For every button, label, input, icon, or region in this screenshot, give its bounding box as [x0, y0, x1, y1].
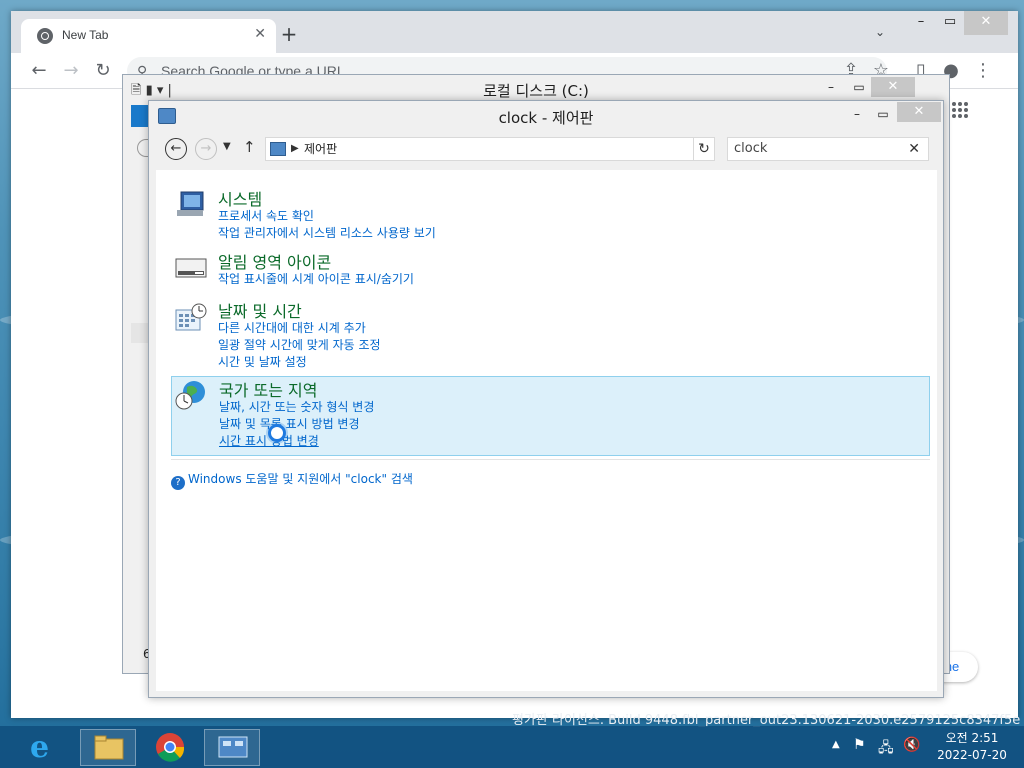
globe-clock-icon [175, 381, 205, 410]
control-panel-titlebar: clock - 제어판 – ▭ ✕ [149, 101, 943, 131]
explorer-titlebar: 🗎 ▮ ▾ | 로컬 디스크 (C:) – ▭ ✕ [123, 75, 949, 103]
forward-arrow-icon[interactable]: → [195, 138, 217, 160]
maximize-button[interactable]: ▭ [869, 104, 897, 124]
network-icon[interactable]: 🖧 [878, 737, 894, 761]
result-group-notification-icons: 알림 영역 아이콘 작업 표시줄에 시계 아이콘 표시/숨기기 [171, 249, 930, 291]
internet-explorer-icon[interactable]: e [30, 730, 49, 765]
breadcrumb-chevron-icon[interactable]: ▶ [291, 138, 299, 160]
navigation-bar: ← → ▼ ↑ ▶ 제어판 ⌄ ↻ clock ✕ [155, 137, 939, 163]
result-group-region[interactable]: 국가 또는 지역 날짜, 시간 또는 숫자 형식 변경 날짜 및 목록 표시 방… [171, 376, 930, 456]
breadcrumb-control-panel[interactable]: 제어판 [304, 138, 337, 160]
clock-date: 2022-07-20 [937, 748, 1007, 762]
result-group-system: 시스템 프로세서 속도 확인 작업 관리자에서 시스템 리소스 사용량 보기 [171, 186, 930, 244]
result-link[interactable]: 작업 관리자에서 시스템 리소스 사용량 보기 [218, 224, 436, 241]
file-explorer-taskbar-button[interactable] [80, 729, 136, 766]
window-title: clock - 제어판 [498, 109, 594, 127]
help-question-icon: ? [171, 476, 185, 490]
result-link[interactable]: 시간 및 날짜 설정 [218, 353, 307, 370]
back-arrow-icon[interactable]: ← [27, 59, 51, 83]
forward-arrow-icon[interactable]: → [59, 59, 83, 83]
chrome-maximize-button[interactable]: ▭ [933, 11, 967, 35]
result-link[interactable]: 다른 시간대에 대한 시계 추가 [218, 319, 366, 336]
google-apps-icon[interactable] [950, 100, 970, 120]
result-link[interactable]: 날짜, 시간 또는 숫자 형식 변경 [219, 398, 374, 415]
explorer-maximize-button[interactable]: ▭ [845, 77, 873, 97]
control-panel-taskbar-button[interactable] [204, 729, 260, 766]
folder-icon [94, 735, 124, 760]
volume-muted-icon[interactable]: 🔇 [903, 737, 920, 753]
clock-time: 오전 2:51 [945, 731, 999, 745]
close-button[interactable]: ✕ [897, 102, 941, 122]
chrome-taskbar-button[interactable] [142, 729, 198, 766]
tab-search-chevron-icon[interactable]: ⌄ [875, 25, 885, 39]
reload-icon[interactable]: ↻ [91, 59, 115, 83]
recent-locations-dropdown-icon[interactable]: ▼ [223, 141, 231, 152]
search-value: clock [734, 141, 768, 156]
chrome-tab[interactable]: New Tab ✕ [21, 19, 276, 53]
refresh-icon[interactable]: ↻ [693, 137, 715, 161]
chrome-tab-strip: New Tab ✕ + ⌄ – ▭ ✕ [11, 11, 1018, 53]
system-icon [177, 191, 204, 216]
calendar-clock-icon [175, 303, 207, 331]
back-arrow-icon[interactable]: ← [165, 138, 187, 160]
result-group-date-time: 날짜 및 시간 다른 시간대에 대한 시계 추가 일광 절약 시간에 맞게 자동… [171, 298, 930, 370]
control-panel-icon [270, 142, 286, 156]
explorer-minimize-button[interactable]: – [817, 77, 845, 97]
windows-help-link[interactable]: ? Windows 도움말 및 지원에서 "clock" 검색 [171, 470, 413, 490]
search-input[interactable]: clock ✕ [727, 137, 929, 161]
chrome-menu-icon[interactable]: ⋮ [971, 59, 995, 83]
clear-search-icon[interactable]: ✕ [908, 138, 920, 160]
result-link[interactable]: 일광 절약 시간에 맞게 자동 조정 [218, 336, 381, 353]
up-arrow-icon[interactable]: ↑ [243, 138, 256, 156]
help-link-text: Windows 도움말 및 지원에서 "clock" 검색 [188, 472, 413, 486]
chrome-icon [156, 733, 185, 762]
explorer-close-button[interactable]: ✕ [871, 77, 915, 97]
new-tab-button[interactable]: + [278, 23, 300, 45]
result-link[interactable]: 날짜 및 목록 표시 방법 변경 [219, 415, 360, 432]
result-link[interactable]: 프로세서 속도 확인 [218, 207, 314, 224]
ribbon-file-tab[interactable] [131, 105, 149, 127]
chrome-tab-favicon-icon [37, 28, 53, 44]
control-panel-window: clock - 제어판 – ▭ ✕ ← → ▼ ↑ ▶ 제어판 ⌄ ↻ cloc… [148, 100, 944, 698]
chrome-tab-title: New Tab [62, 28, 109, 42]
control-panel-icon [218, 736, 248, 758]
action-center-flag-icon[interactable]: ⚑ [853, 737, 866, 753]
minimize-button[interactable]: – [843, 104, 871, 124]
taskbar-icon [175, 258, 207, 278]
chrome-close-button[interactable]: ✕ [964, 11, 1008, 35]
taskbar-clock[interactable]: 오전 2:51 2022-07-20 [930, 730, 1014, 764]
close-tab-icon[interactable]: ✕ [254, 26, 266, 42]
busy-cursor-icon [268, 424, 286, 442]
divider [171, 459, 930, 460]
taskbar: e ▲ ⚑ 🖧 🔇 오전 2:51 2022-07-20 [0, 726, 1024, 768]
address-bar[interactable]: ▶ 제어판 ⌄ [265, 137, 715, 161]
show-hidden-icons-chevron-icon[interactable]: ▲ [832, 739, 840, 750]
result-link[interactable]: 작업 표시줄에 시계 아이콘 표시/숨기기 [218, 270, 414, 287]
